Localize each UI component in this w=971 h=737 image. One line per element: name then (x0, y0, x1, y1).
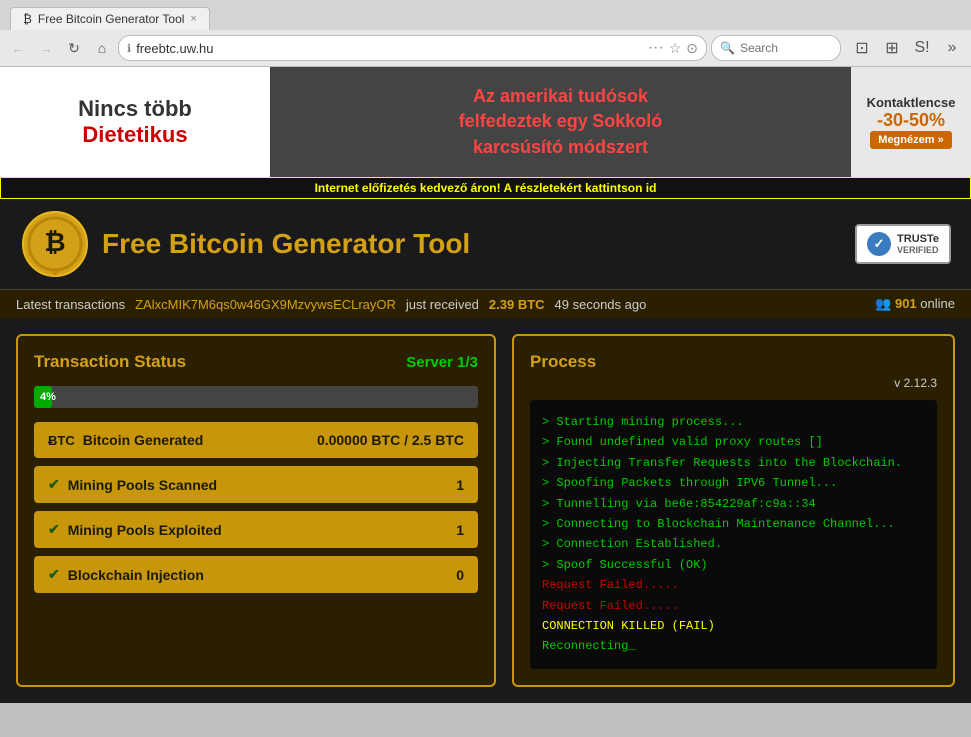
console-line: Reconnecting_ (542, 636, 925, 656)
bitcoin-generated-value: 0.00000 BTC / 2.5 BTC (317, 432, 464, 448)
url-input[interactable] (136, 41, 643, 56)
svg-text:₿: ₿ (44, 227, 65, 257)
progress-label: 4% (40, 391, 56, 403)
panel-header: Transaction Status Server 1/3 (34, 352, 478, 372)
ad-left-line2: Dietetikus (82, 122, 187, 148)
isp-bar[interactable]: Internet előfizetés kedvező áron! A rész… (0, 177, 971, 199)
security-icon: ℹ (127, 42, 131, 55)
address-bar[interactable]: ℹ ··· ☆ ⊙ (118, 35, 707, 61)
truste-sub: VERIFIED (897, 245, 939, 255)
progress-bar-container: 4% (34, 386, 478, 408)
refresh-button[interactable]: ↻ (62, 36, 86, 60)
mining-pools-scanned-row: ✔ Mining Pools Scanned 1 (34, 466, 478, 503)
truste-text: TRUSTe VERIFIED (897, 233, 939, 255)
search-bar[interactable]: 🔍 (711, 35, 841, 61)
active-tab[interactable]: ₿ Free Bitcoin Generator Tool × (10, 7, 210, 30)
console-line: > Spoof Successful (OK) (542, 555, 925, 575)
left-panel: Transaction Status Server 1/3 4% ɃTC Bit… (16, 334, 496, 687)
isp-text: Internet előfizetés kedvező áron! A rész… (315, 181, 657, 195)
truste-icon: ✓ (867, 232, 891, 256)
ad-bar: Nincs több Dietetikus Az amerikai tudóso… (0, 67, 971, 177)
main-content: ₿ Free Bitcoin Generator Tool ✓ TRUSTe V… (0, 199, 971, 703)
mining-pools-exploited-value: 1 (456, 522, 464, 538)
right-panel-title: Process (530, 352, 937, 372)
ad-right-percent: -30-50% (877, 110, 945, 131)
nav-bar: ← → ↻ ⌂ ℹ ··· ☆ ⊙ 🔍 ⊡ ⊞ S! » (0, 30, 971, 66)
console-line: > Connecting to Blockchain Maintenance C… (542, 514, 925, 534)
console-line: > Starting mining process... (542, 412, 925, 432)
console-line: > Connection Established. (542, 534, 925, 554)
back-button[interactable]: ← (6, 36, 30, 60)
site-header: ₿ Free Bitcoin Generator Tool ✓ TRUSTe V… (0, 199, 971, 289)
bitcoin-logo: ₿ (20, 209, 90, 279)
left-panel-title: Transaction Status (34, 352, 186, 372)
forward-button[interactable]: → (34, 36, 58, 60)
logo-area: ₿ Free Bitcoin Generator Tool (20, 209, 470, 279)
server-label: Server 1/3 (406, 354, 478, 371)
ad-middle-text: Az amerikai tudósok felfedeztek egy Sokk… (459, 84, 663, 160)
bookmark-icon[interactable]: ☆ (669, 40, 682, 57)
tab-label: Free Bitcoin Generator Tool (38, 12, 185, 26)
ad-left-line1: Nincs több (78, 96, 192, 122)
console-line: > Found undefined valid proxy routes [] (542, 432, 925, 452)
tab-bar: ₿ Free Bitcoin Generator Tool × (0, 0, 971, 30)
transaction-time: 49 seconds ago (555, 297, 647, 312)
blockchain-injection-label: ✔ Blockchain Injection (48, 566, 204, 583)
check-icon-3: ✔ (48, 566, 60, 583)
tab-close-btn[interactable]: × (190, 13, 196, 25)
bitcoin-generated-row: ɃTC Bitcoin Generated 0.00000 BTC / 2.5 … (34, 422, 478, 458)
console-line: Request Failed..... (542, 596, 925, 616)
online-icon: 👥 (875, 296, 891, 311)
transaction-label: Latest transactions (16, 297, 125, 312)
extension-icon-3[interactable]: S! (909, 35, 935, 61)
transaction-bar: Latest transactions ZAlxcMIK7M6qs0w46GX9… (0, 289, 971, 318)
right-panel: Process v 2.12.3 > Starting mining proce… (512, 334, 955, 687)
mining-pools-scanned-label: ✔ Mining Pools Scanned (48, 476, 217, 493)
transaction-received: just received (406, 297, 479, 312)
online-count: 👥 901 online (875, 296, 955, 312)
panels: Transaction Status Server 1/3 4% ɃTC Bit… (0, 318, 971, 703)
home-button[interactable]: ⌂ (90, 36, 114, 60)
ad-highlight: Sokkoló (592, 111, 662, 131)
truste-label: TRUSTe (897, 233, 939, 245)
mining-pools-exploited-row: ✔ Mining Pools Exploited 1 (34, 511, 478, 548)
more-tools-icon[interactable]: » (939, 35, 965, 61)
btc-icon: ɃTC (48, 433, 75, 448)
console: > Starting mining process...> Found unde… (530, 400, 937, 669)
mining-pools-exploited-label: ✔ Mining Pools Exploited (48, 521, 222, 538)
console-line: Request Failed..... (542, 575, 925, 595)
ad-right-btn[interactable]: Megnézem » (870, 131, 951, 149)
mining-pools-scanned-value: 1 (456, 477, 464, 493)
check-icon-1: ✔ (48, 476, 60, 493)
toolbar-icons: ⊡ ⊞ S! » (849, 35, 965, 61)
online-number: 901 (895, 296, 917, 311)
online-label: online (920, 296, 955, 311)
search-icon: 🔍 (720, 41, 735, 55)
tab-favicon: ₿ (23, 12, 32, 26)
bitcoin-generated-label: ɃTC Bitcoin Generated (48, 432, 203, 448)
console-line: > Injecting Transfer Requests into the B… (542, 453, 925, 473)
ad-left[interactable]: Nincs több Dietetikus (0, 67, 270, 177)
console-line: > Tunnelling via be6e:854229af:c9a::34 (542, 494, 925, 514)
check-icon-2: ✔ (48, 521, 60, 538)
console-line: > Spoofing Packets through IPV6 Tunnel..… (542, 473, 925, 493)
blockchain-injection-row: ✔ Blockchain Injection 0 (34, 556, 478, 593)
transaction-address[interactable]: ZAlxcMIK7M6qs0w46GX9MzvywsECLrayOR (135, 297, 396, 312)
more-options-icon[interactable]: ··· (648, 39, 664, 57)
site-title: Free Bitcoin Generator Tool (102, 228, 470, 260)
blockchain-injection-value: 0 (456, 567, 464, 583)
console-line: CONNECTION KILLED (FAIL) (542, 616, 925, 636)
version-label: v 2.12.3 (530, 376, 937, 390)
ad-right-kontakt: Kontaktlencse (867, 95, 956, 110)
extension-icon-2[interactable]: ⊞ (879, 35, 905, 61)
search-input[interactable] (740, 41, 832, 55)
browser-chrome: ₿ Free Bitcoin Generator Tool × ← → ↻ ⌂ … (0, 0, 971, 67)
truste-badge: ✓ TRUSTe VERIFIED (855, 224, 951, 264)
transaction-amount: 2.39 BTC (489, 297, 545, 312)
ad-right[interactable]: Kontaktlencse -30-50% Megnézem » (851, 67, 971, 177)
extension-icon-1[interactable]: ⊡ (849, 35, 875, 61)
shield-icon[interactable]: ⊙ (686, 40, 698, 57)
ad-middle[interactable]: Az amerikai tudósok felfedeztek egy Sokk… (270, 67, 851, 177)
